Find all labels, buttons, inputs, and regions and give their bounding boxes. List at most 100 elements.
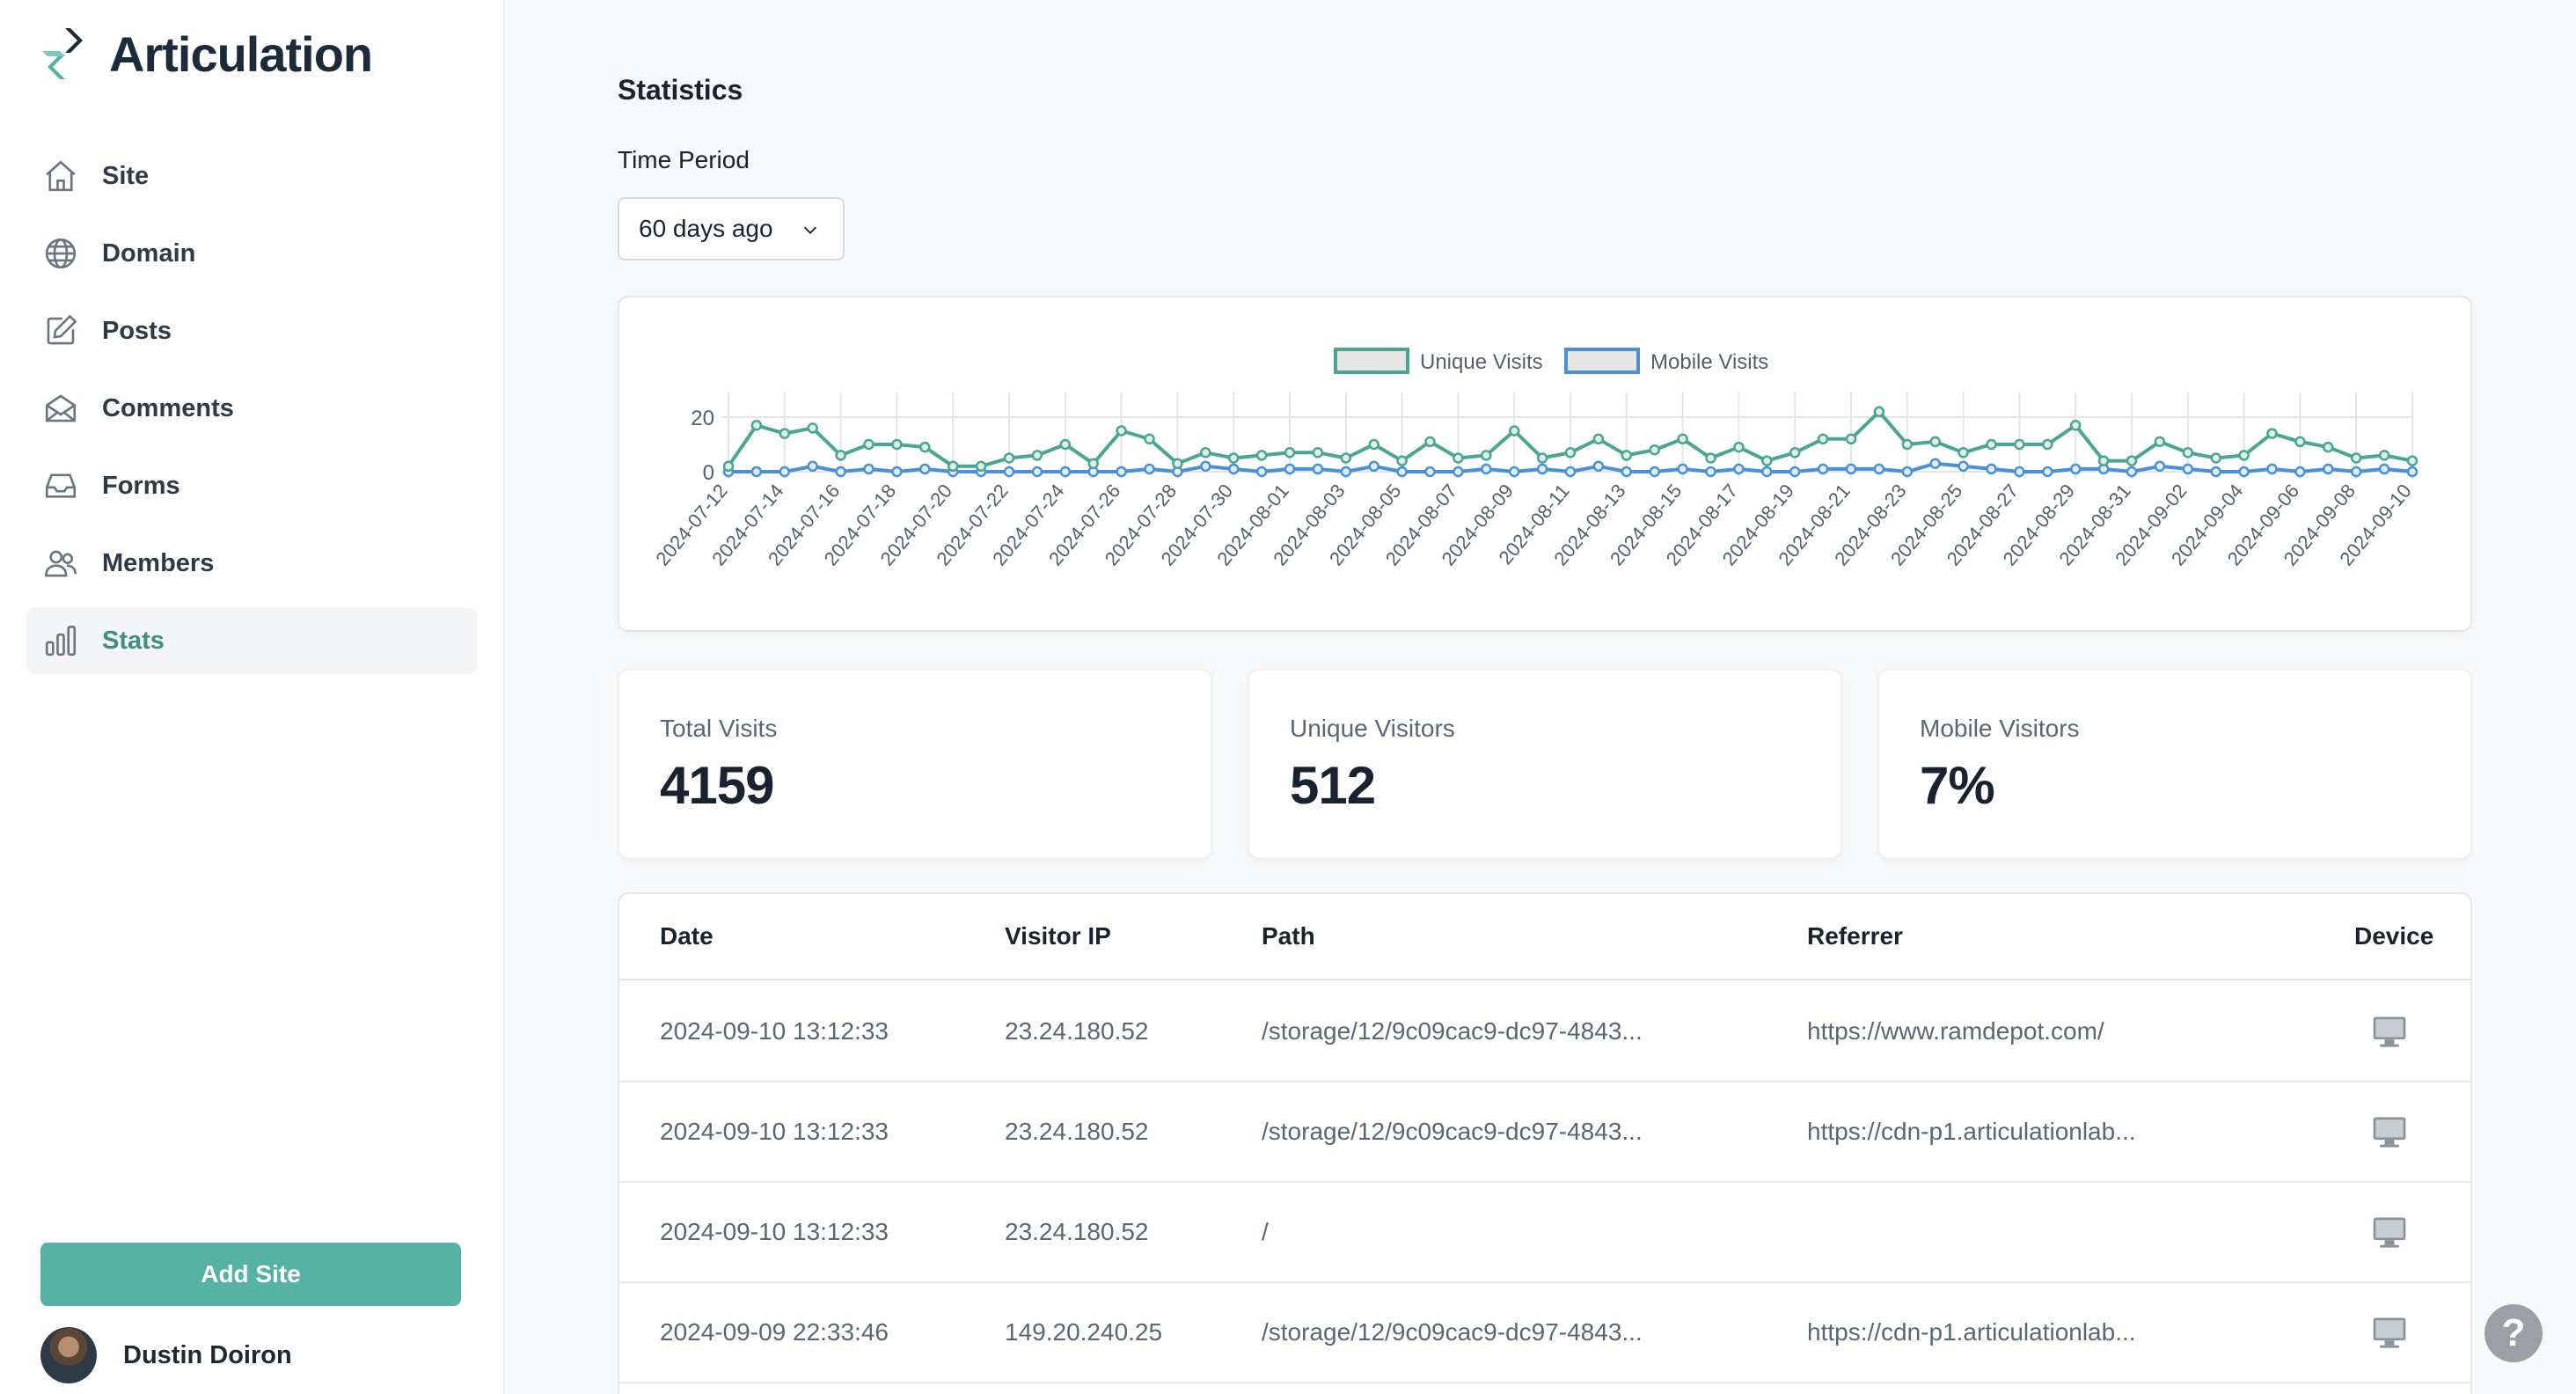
time-period-label: Time Period — [618, 146, 750, 173]
data-point — [1368, 438, 1379, 451]
legend-swatch — [1564, 348, 1640, 374]
table-row[interactable]: 2024-09-10 13:12:33 23.24.180.52 /storag… — [619, 982, 2470, 1082]
desktop-icon — [2373, 1117, 2406, 1148]
data-point — [779, 466, 791, 478]
data-point — [1255, 450, 1268, 461]
users-icon — [40, 543, 81, 583]
data-point — [750, 466, 763, 478]
data-point — [1958, 460, 1969, 473]
sidebar: Articulation Site Domain Posts Comments — [0, 0, 505, 1394]
data-point — [1031, 450, 1043, 461]
data-point — [1817, 463, 1829, 475]
sidebar-item-domain[interactable]: Domain — [26, 220, 477, 287]
sidebar-item-stats[interactable]: Stats — [26, 607, 477, 674]
sidebar-item-comments[interactable]: Comments — [26, 375, 477, 442]
data-point — [1621, 450, 1633, 461]
data-point — [1453, 466, 1464, 478]
data-point — [2266, 463, 2278, 475]
sidebar-item-label: Members — [102, 548, 215, 577]
sidebar-item-label: Forms — [102, 471, 180, 500]
data-point — [2350, 452, 2362, 464]
data-point — [1817, 433, 1829, 445]
data-point — [1873, 406, 1885, 418]
visits-table: Date Visitor IP Path Referrer Device 202… — [618, 892, 2472, 1394]
data-point — [2126, 466, 2138, 478]
data-point — [891, 466, 903, 478]
data-point — [1508, 466, 1520, 478]
stat-value: 4159 — [660, 756, 774, 815]
user-profile[interactable]: Dustin Doiron — [40, 1327, 292, 1383]
y-tick-label: 20 — [691, 407, 714, 430]
data-point — [1677, 463, 1688, 475]
cell-path: /storage/12/9c09cac9-dc97-4843... — [1262, 1017, 1643, 1045]
data-point — [1733, 463, 1745, 475]
data-point — [1901, 466, 1914, 478]
data-point — [750, 420, 763, 431]
data-point — [1172, 458, 1183, 469]
bar-chart-icon — [40, 620, 81, 661]
cell-date: 2024-09-09 22:33:46 — [660, 1318, 889, 1346]
column-header-path[interactable]: Path — [1262, 922, 1315, 950]
data-point — [1761, 455, 1773, 466]
data-point — [2378, 463, 2390, 475]
data-point — [2323, 463, 2334, 475]
page-title: Statistics — [618, 74, 743, 106]
data-point — [1368, 460, 1379, 473]
data-point — [1873, 463, 1885, 475]
data-point — [807, 422, 818, 434]
sidebar-item-label: Comments — [102, 393, 234, 422]
data-point — [2323, 441, 2334, 453]
sidebar-item-label: Posts — [102, 316, 172, 345]
sidebar-item-posts[interactable]: Posts — [26, 297, 477, 364]
column-header-device[interactable]: Device — [2354, 922, 2433, 950]
table-row[interactable]: 2024-09-10 13:12:33 23.24.180.52 /storag… — [619, 1082, 2470, 1183]
data-point — [1284, 463, 1296, 475]
data-point — [2350, 466, 2362, 478]
sidebar-item-site[interactable]: Site — [26, 143, 477, 209]
data-point — [1705, 452, 1716, 464]
data-point — [1761, 466, 1773, 478]
data-point — [1396, 455, 1408, 466]
brand-logo[interactable]: Articulation — [39, 25, 373, 83]
table-row[interactable]: 2024-09-10 13:12:33 23.24.180.52 / — [619, 1183, 2470, 1283]
data-point — [2154, 436, 2166, 448]
legend-label: Mobile Visits — [1650, 350, 1768, 374]
data-point — [2406, 466, 2419, 478]
data-point — [807, 460, 818, 473]
data-point — [919, 441, 931, 453]
help-button[interactable]: ? — [2485, 1304, 2543, 1362]
data-point — [1059, 438, 1072, 451]
data-point — [1845, 463, 1857, 475]
data-point — [722, 460, 735, 473]
column-header-date[interactable]: Date — [660, 922, 714, 950]
stat-label: Mobile Visitors — [1920, 715, 2080, 742]
sidebar-item-forms[interactable]: Forms — [26, 452, 477, 519]
data-point — [891, 438, 903, 451]
data-point — [1733, 441, 1745, 453]
data-point — [2042, 466, 2053, 478]
visits-chart: 0202024-07-122024-07-142024-07-162024-07… — [651, 348, 2419, 569]
sidebar-item-label: Domain — [102, 238, 196, 268]
table-row[interactable]: 2024-09-09 22:33:46 149.20.240.25 /stora… — [619, 1283, 2470, 1383]
cell-referrer: https://www.ramdepot.com/ — [1807, 1017, 2104, 1045]
data-point — [779, 428, 791, 439]
data-point — [1312, 447, 1324, 459]
sidebar-item-label: Site — [102, 161, 150, 190]
add-site-button[interactable]: Add Site — [40, 1243, 461, 1306]
time-period-select[interactable]: 60 days ago — [618, 197, 845, 260]
data-point — [2182, 447, 2194, 459]
data-point — [1424, 466, 1436, 478]
column-header-referrer[interactable]: Referrer — [1807, 922, 1903, 950]
edit-icon — [40, 311, 81, 351]
data-point — [2266, 428, 2278, 439]
column-header-visitor-ip[interactable]: Visitor IP — [1005, 922, 1111, 950]
home-icon — [40, 156, 81, 196]
data-point — [1649, 466, 1660, 478]
data-point — [2210, 452, 2221, 464]
data-point — [1592, 433, 1605, 445]
data-point — [2210, 466, 2221, 478]
sidebar-item-members[interactable]: Members — [26, 530, 477, 597]
data-point — [2378, 450, 2390, 461]
data-point — [2126, 455, 2138, 466]
mail-open-icon — [40, 388, 81, 429]
